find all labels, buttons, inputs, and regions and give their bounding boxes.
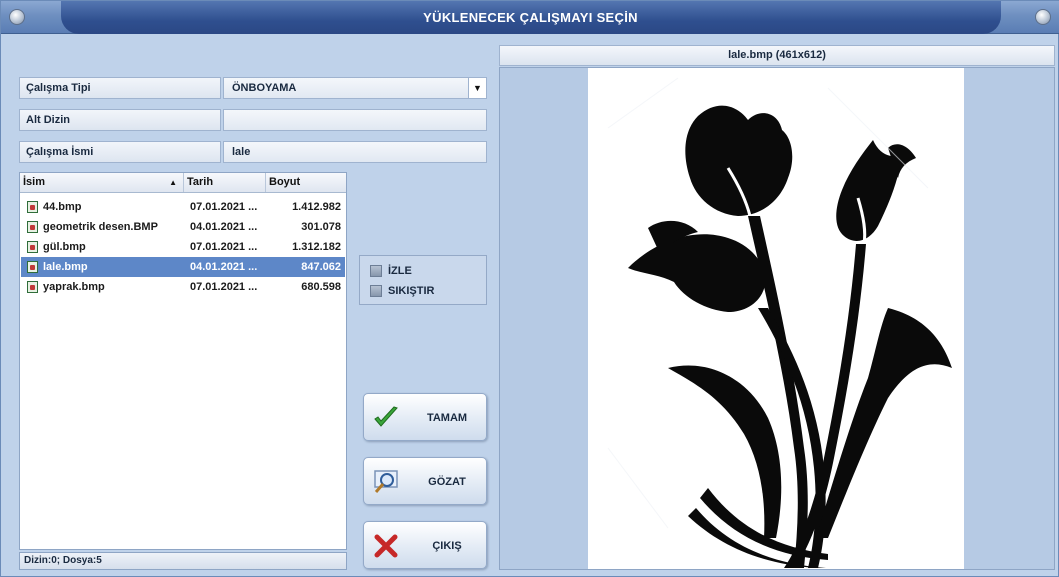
file-size: 680.598 <box>301 281 341 293</box>
sort-ascending-icon: ▲ <box>169 178 177 187</box>
browse-button[interactable]: GÖZAT <box>363 457 487 505</box>
column-header-name-label: İsim <box>23 176 46 188</box>
file-name: gül.bmp <box>43 241 86 253</box>
checkbox-icon[interactable] <box>370 285 382 297</box>
subdir-field[interactable] <box>223 109 487 131</box>
subdir-label: Alt Dizin <box>19 109 221 131</box>
file-name: yaprak.bmp <box>43 281 105 293</box>
preview-image <box>588 68 964 569</box>
file-date: 07.01.2021 ... <box>190 241 258 253</box>
checkbox-icon[interactable] <box>370 265 382 277</box>
table-row[interactable]: geometrik desen.BMP 04.01.2021 ... 301.0… <box>21 217 345 237</box>
study-type-value: ÖNBOYAMA <box>232 82 297 94</box>
preview-title: lale.bmp (461x612) <box>499 45 1055 66</box>
izle-label: İZLE <box>388 265 412 277</box>
bitmap-file-icon <box>27 221 38 233</box>
file-list[interactable]: İsim ▲ Tarih Boyut 44.bmp 07.01.2021 ...… <box>19 172 347 550</box>
study-type-label: Çalışma Tipi <box>19 77 221 99</box>
window-title: YÜKLENECEK ÇALIŞMAYI SEÇİN <box>423 10 638 25</box>
exit-button[interactable]: ÇIKIŞ <box>363 521 487 569</box>
file-date: 04.01.2021 ... <box>190 261 258 273</box>
file-name: geometrik desen.BMP <box>43 221 158 233</box>
tulip-silhouette-image <box>607 77 952 568</box>
bitmap-file-icon <box>27 281 38 293</box>
column-header-date[interactable]: Tarih <box>184 173 266 192</box>
file-date: 04.01.2021 ... <box>190 221 258 233</box>
column-header-name[interactable]: İsim ▲ <box>20 173 184 192</box>
table-row[interactable]: 44.bmp 07.01.2021 ... 1.412.982 <box>21 197 345 217</box>
study-name-value: lale <box>232 146 251 158</box>
sikistir-option[interactable]: SIKIŞTIR <box>370 283 434 299</box>
file-size: 1.312.182 <box>292 241 341 253</box>
file-size: 301.078 <box>301 221 341 233</box>
load-dialog-window: YÜKLENECEK ÇALIŞMAYI SEÇİN Çalışma Tipi … <box>0 0 1059 577</box>
magnifier-icon <box>374 470 398 493</box>
file-size: 1.412.982 <box>292 201 341 213</box>
file-name: 44.bmp <box>43 201 82 213</box>
file-size: 847.062 <box>301 261 341 273</box>
table-row[interactable]: gül.bmp 07.01.2021 ... 1.312.182 <box>21 237 345 257</box>
table-row[interactable]: yaprak.bmp 07.01.2021 ... 680.598 <box>21 277 345 297</box>
table-row-selected[interactable]: lale.bmp 04.01.2021 ... 847.062 <box>21 257 345 277</box>
ok-button[interactable]: TAMAM <box>363 393 487 441</box>
column-header-date-label: Tarih <box>187 176 214 188</box>
file-date: 07.01.2021 ... <box>190 281 258 293</box>
bitmap-file-icon <box>27 201 38 213</box>
study-type-select[interactable]: ÖNBOYAMA ▼ <box>223 77 487 99</box>
bitmap-file-icon <box>27 261 38 273</box>
browse-button-label: GÖZAT <box>428 476 466 488</box>
bitmap-file-icon <box>27 241 38 253</box>
file-name: lale.bmp <box>43 261 88 273</box>
checkmark-icon <box>374 406 398 427</box>
preview-panel <box>499 67 1055 570</box>
file-list-status: Dizin:0; Dosya:5 <box>19 552 347 570</box>
window-menu-button[interactable] <box>9 9 25 25</box>
file-date: 07.01.2021 ... <box>190 201 258 213</box>
study-name-field[interactable]: lale <box>223 141 487 163</box>
chevron-down-icon[interactable]: ▼ <box>468 78 486 98</box>
izle-option[interactable]: İZLE <box>370 263 412 279</box>
column-header-size-label: Boyut <box>269 176 301 188</box>
exit-button-label: ÇIKIŞ <box>432 540 462 552</box>
options-group: İZLE SIKIŞTIR <box>359 255 487 305</box>
study-name-label: Çalışma İsmi <box>19 141 221 163</box>
column-header-size[interactable]: Boyut <box>266 173 346 192</box>
ok-button-label: TAMAM <box>426 412 468 424</box>
title-bar[interactable]: YÜKLENECEK ÇALIŞMAYI SEÇİN <box>1 1 1059 34</box>
file-list-header: İsim ▲ Tarih Boyut <box>20 173 346 193</box>
close-x-icon <box>374 534 398 558</box>
window-close-button[interactable] <box>1035 9 1051 25</box>
sikistir-label: SIKIŞTIR <box>388 285 435 297</box>
